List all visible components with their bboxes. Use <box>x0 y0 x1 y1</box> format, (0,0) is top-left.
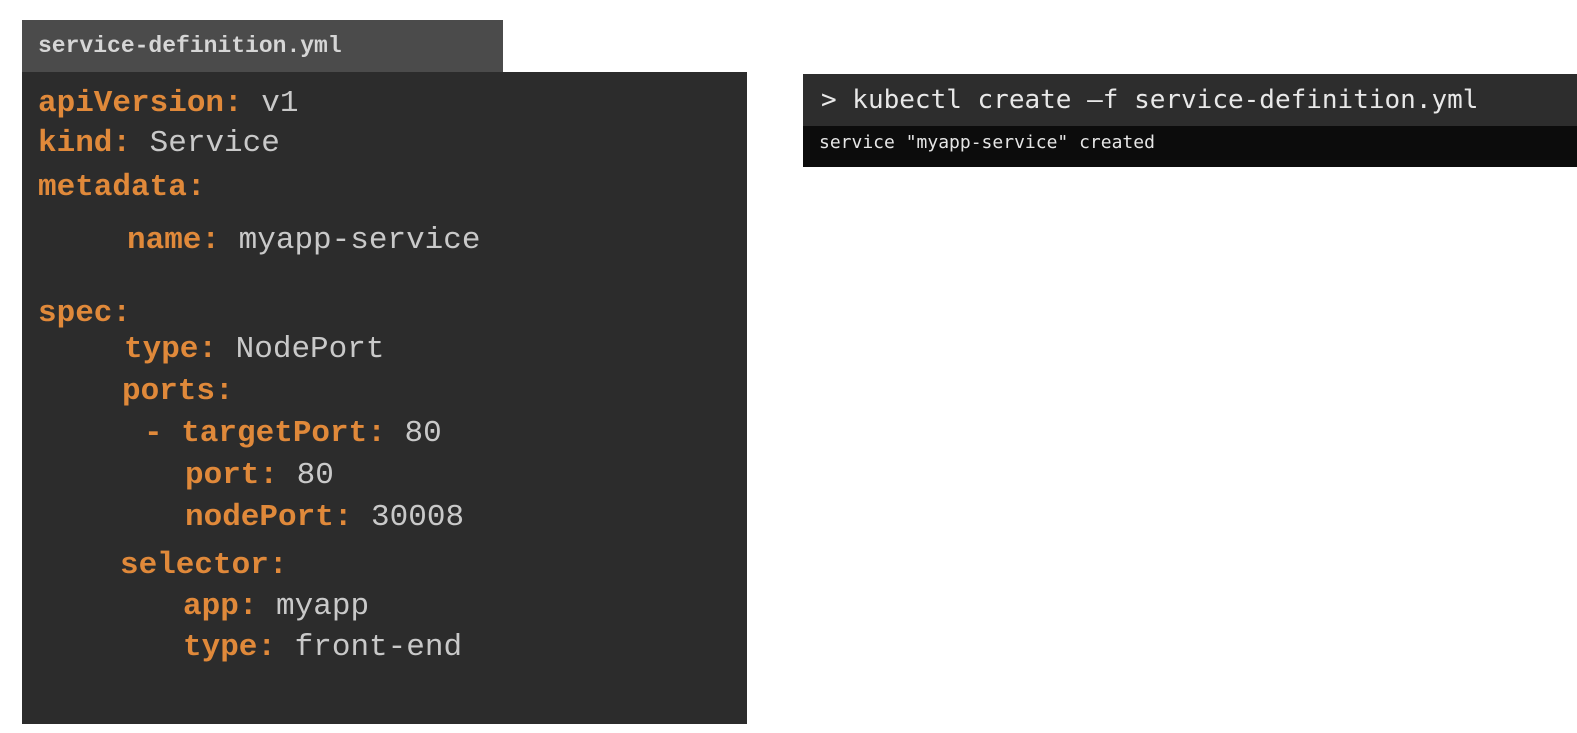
yaml-key: app <box>183 589 239 624</box>
yaml-line-name: name: myapp-service <box>127 223 481 258</box>
yaml-line-nodeport: nodePort: 30008 <box>185 500 465 535</box>
yaml-key: type <box>183 630 258 665</box>
file-tab-label: service-definition.yml <box>38 33 342 59</box>
yaml-value: v1 <box>261 86 299 121</box>
yaml-value: 30008 <box>371 500 465 535</box>
yaml-key: name <box>127 223 202 258</box>
yaml-value: myapp <box>276 589 370 624</box>
terminal-output: service "myapp-service" created <box>819 132 1155 153</box>
yaml-line-selector-type: type: front-end <box>183 630 463 665</box>
yaml-code-panel: apiVersion: v1 kind: Service metadata: n… <box>22 72 747 724</box>
yaml-line-targetport: - targetPort: 80 <box>144 416 442 451</box>
yaml-key: port <box>185 458 260 493</box>
file-tab[interactable]: service-definition.yml <box>22 20 503 72</box>
terminal-command-line[interactable]: > kubectl create –f service-definition.y… <box>803 74 1577 126</box>
yaml-line-kind: kind: Service <box>38 126 280 161</box>
yaml-value: 80 <box>404 416 442 451</box>
yaml-key: ports <box>122 374 216 409</box>
yaml-line-ports: ports: <box>122 374 234 409</box>
yaml-value: front-end <box>294 630 463 665</box>
yaml-value: Service <box>149 126 280 161</box>
yaml-key: nodePort <box>185 500 334 535</box>
yaml-line-port: port: 80 <box>185 458 334 493</box>
yaml-line-apiversion: apiVersion: v1 <box>38 86 299 121</box>
yaml-value: myapp-service <box>238 223 481 258</box>
yaml-line-selector: selector: <box>120 548 288 583</box>
yaml-key: kind <box>38 126 113 161</box>
yaml-key: metadata <box>38 170 187 205</box>
yaml-key: selector <box>120 548 269 583</box>
terminal-command: > kubectl create –f service-definition.y… <box>821 85 1479 115</box>
terminal-panel[interactable]: > kubectl create –f service-definition.y… <box>803 74 1577 167</box>
yaml-line-app: app: myapp <box>183 589 370 624</box>
yaml-value: NodePort <box>235 332 385 367</box>
yaml-key: apiVersion <box>38 86 225 121</box>
yaml-key: spec <box>38 296 113 331</box>
yaml-key: - targetPort <box>144 416 368 451</box>
yaml-key: type <box>124 332 199 367</box>
yaml-line-type: type: NodePort <box>124 332 385 367</box>
yaml-line-metadata: metadata: <box>38 170 206 205</box>
yaml-line-spec: spec: <box>38 296 132 331</box>
yaml-value: 80 <box>296 458 334 493</box>
